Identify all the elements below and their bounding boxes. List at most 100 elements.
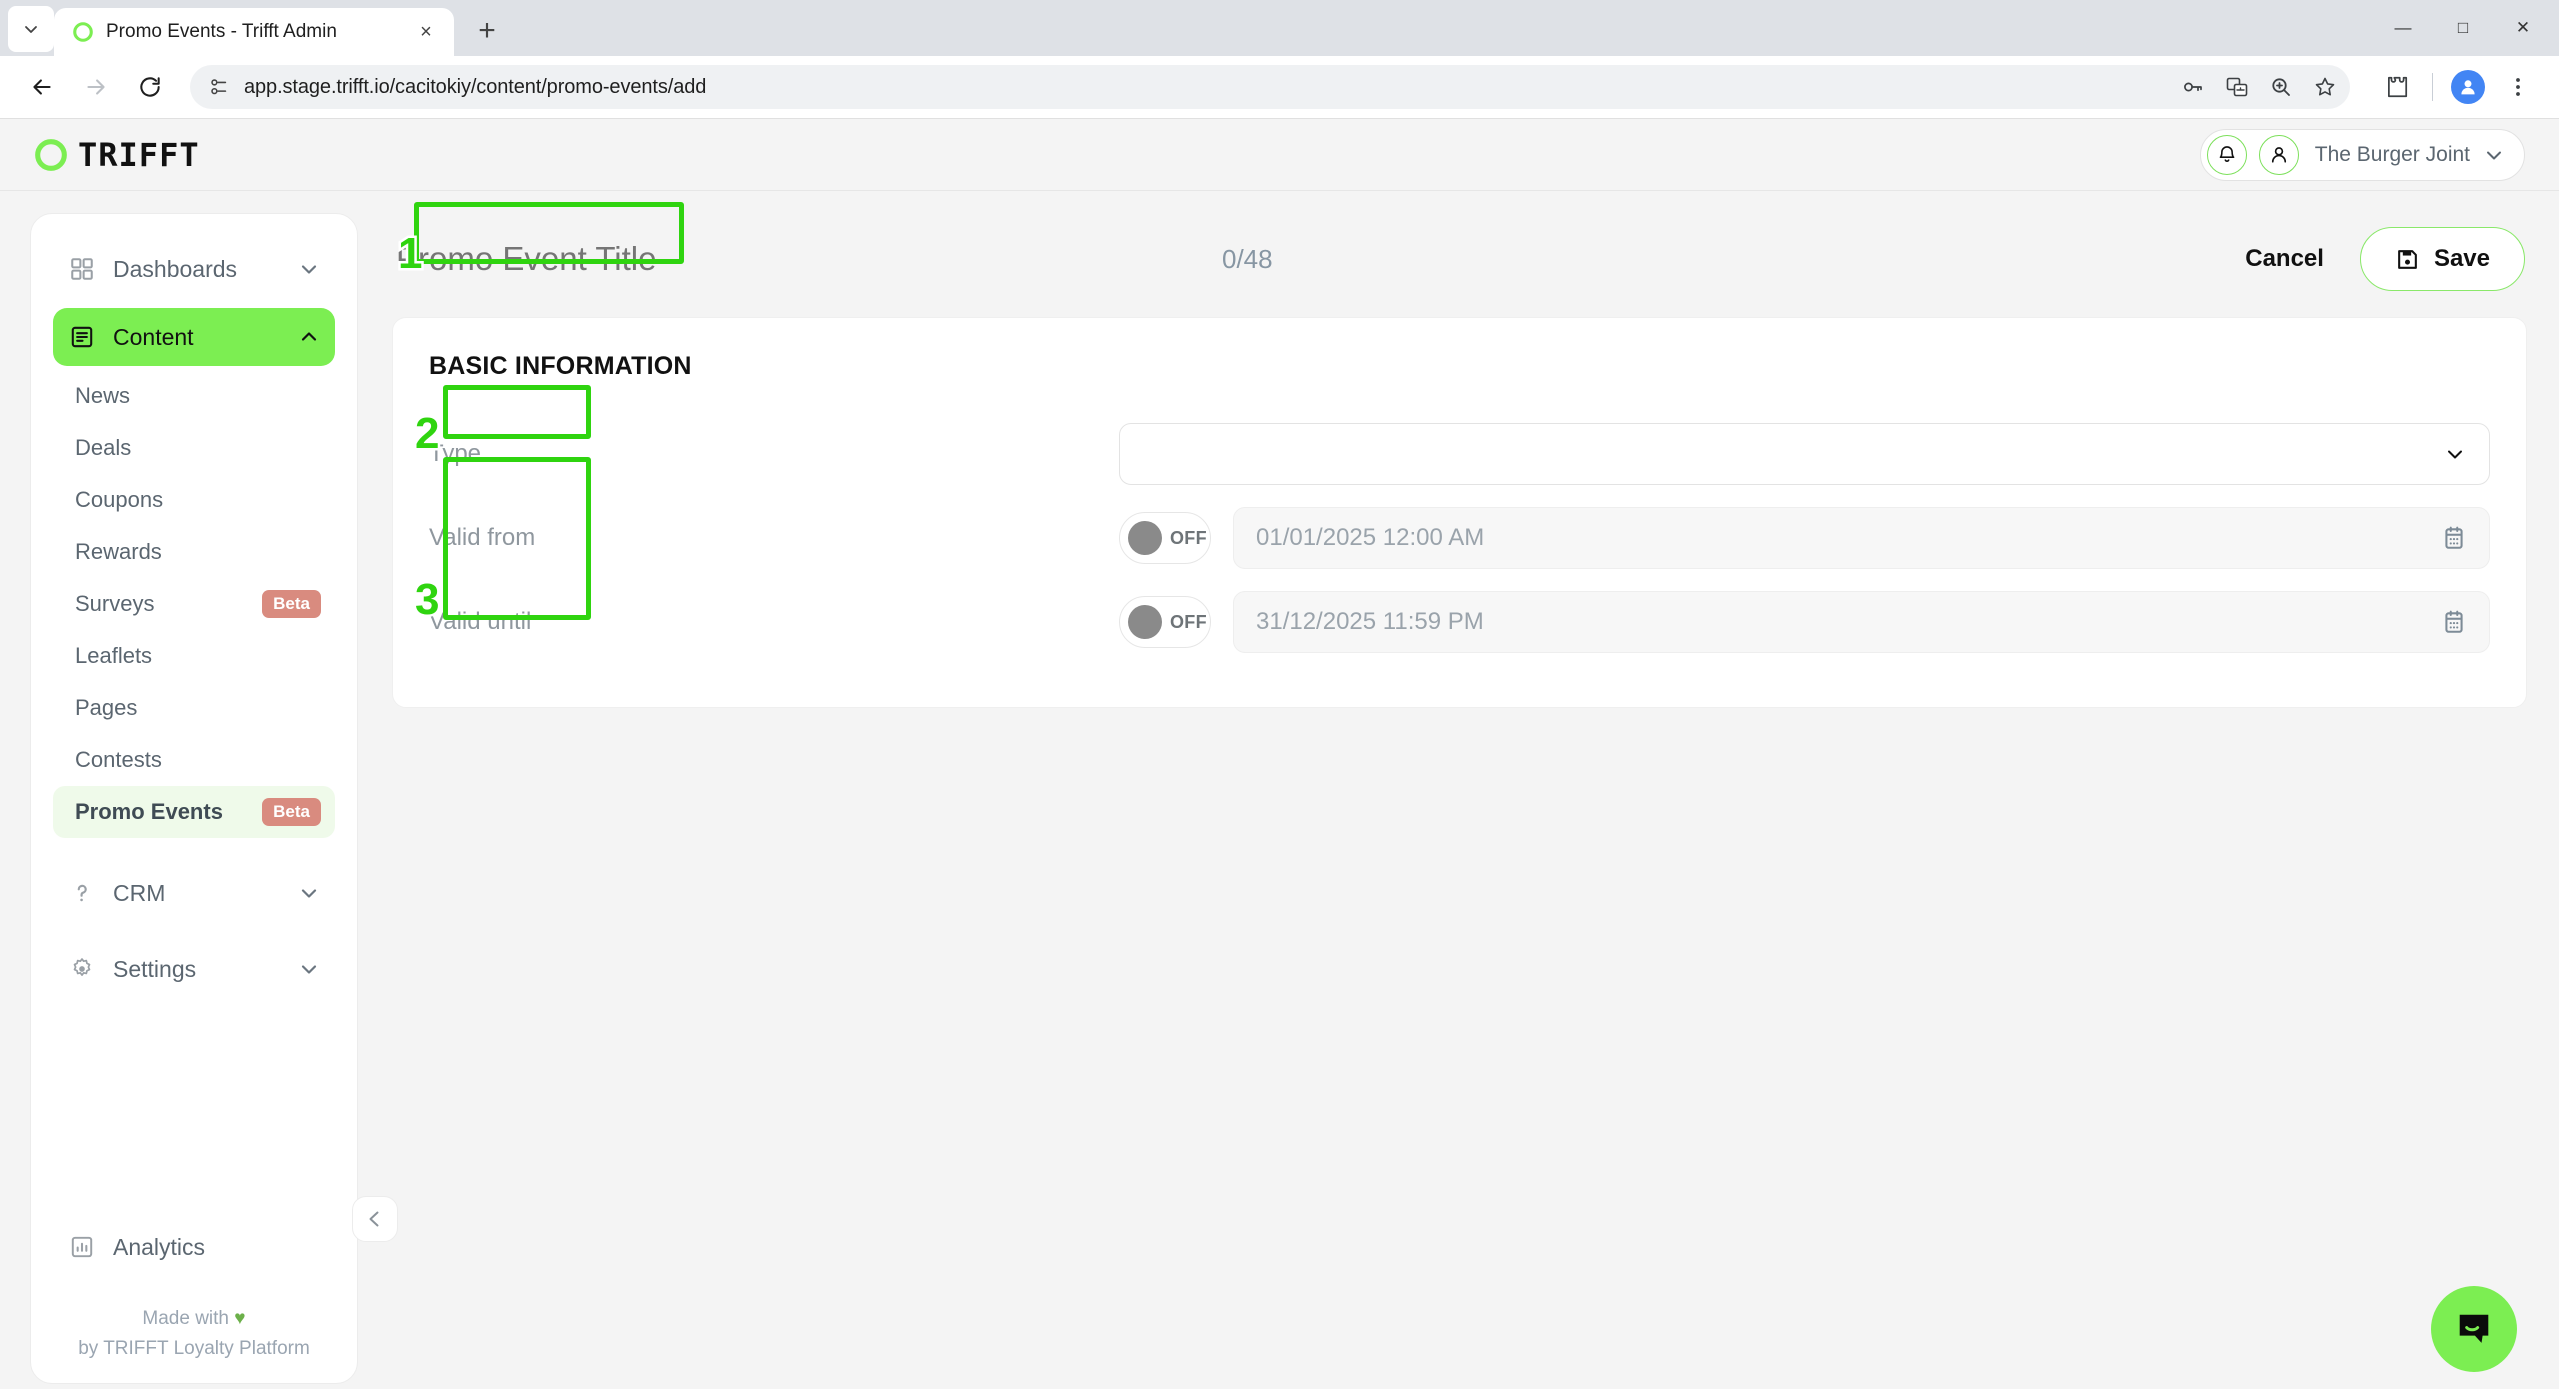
extensions-puzzle-icon[interactable] <box>2374 64 2420 110</box>
valid-from-label: Valid from <box>429 524 536 551</box>
window-close-button[interactable]: ✕ <box>2493 0 2553 56</box>
intercom-chat-button[interactable] <box>2431 1286 2517 1372</box>
sidebar-bottom: Analytics Made with ♥ by TRIFFT Loyalty … <box>53 1218 335 1363</box>
password-key-icon[interactable] <box>2172 66 2214 108</box>
toolbar-divider <box>2432 73 2433 101</box>
chrome-menu-icon[interactable] <box>2495 64 2541 110</box>
window-maximize-button[interactable]: □ <box>2433 0 2493 56</box>
valid-until-control: OFF 31/12/2025 11:59 PM <box>1119 591 2490 653</box>
bar-chart-icon <box>67 1232 97 1262</box>
profile-avatar[interactable] <box>2445 64 2491 110</box>
toggle-knob <box>1128 521 1162 555</box>
valid-until-toggle[interactable]: OFF <box>1119 596 1211 648</box>
chevron-down-icon[interactable] <box>2482 143 2506 167</box>
sidebar-item-rewards[interactable]: Rewards <box>53 526 335 578</box>
valid-until-label: Valid until <box>429 608 532 635</box>
person-icon[interactable] <box>2258 134 2299 175</box>
main-content: 0/48 Cancel Save BASIC INFORMATION <box>388 191 2559 1389</box>
subnav-label: Deals <box>75 435 132 460</box>
sidebar-item-promo-events[interactable]: Promo Events Beta <box>53 786 335 838</box>
sidebar-card: Dashboards Content News Deals Coupons Re… <box>30 213 358 1384</box>
sidebar-item-surveys[interactable]: Surveys Beta <box>53 578 335 630</box>
sidebar-item-leaflets[interactable]: Leaflets <box>53 630 335 682</box>
sidebar-item-settings[interactable]: Settings <box>53 940 335 998</box>
logo-text: TRIFFT <box>78 135 200 174</box>
site-settings-icon[interactable] <box>208 76 230 98</box>
valid-until-date-value: 31/12/2025 11:59 PM <box>1256 608 1484 635</box>
trifft-logo[interactable]: TRIFFT <box>34 136 200 174</box>
new-tab-button[interactable]: + <box>464 8 510 54</box>
save-button-label: Save <box>2433 245 2490 272</box>
type-control <box>1119 423 2490 485</box>
calendar-icon[interactable] <box>2441 609 2467 635</box>
sidebar-collapse-button[interactable] <box>352 1196 398 1242</box>
chevron-left-icon <box>369 1211 379 1227</box>
grid-icon <box>67 254 97 284</box>
chevron-down-icon[interactable] <box>297 257 321 281</box>
sidebar-item-contests[interactable]: Contests <box>53 734 335 786</box>
subnav-label: Surveys <box>75 591 155 616</box>
sidebar-item-analytics[interactable]: Analytics <box>53 1218 335 1276</box>
sidebar-item-label: Settings <box>113 955 197 982</box>
chevron-down-icon[interactable] <box>297 957 321 981</box>
sidebar-item-dashboards[interactable]: Dashboards <box>53 240 335 298</box>
back-button[interactable] <box>18 63 66 111</box>
sidebar-item-deals[interactable]: Deals <box>53 422 335 474</box>
omnibox-actions <box>2172 65 2346 109</box>
bell-icon[interactable] <box>2206 134 2247 175</box>
promo-event-title-input[interactable] <box>392 234 912 284</box>
status-badge: Beta <box>262 590 321 618</box>
type-label: Type <box>429 440 482 467</box>
tab-title: Promo Events - Trifft Admin <box>106 21 337 42</box>
account-pill[interactable]: The Burger Joint <box>2199 128 2525 181</box>
valid-from-date-value: 01/01/2025 12:00 AM <box>1256 524 1485 551</box>
valid-until-date-input[interactable]: 31/12/2025 11:59 PM <box>1233 591 2490 653</box>
subnav-label: Contests <box>75 747 162 772</box>
browser-tab[interactable]: Promo Events - Trifft Admin × <box>54 8 454 56</box>
sidebar-item-news[interactable]: News <box>53 370 335 422</box>
chevron-up-icon[interactable] <box>297 325 321 349</box>
valid-from-toggle[interactable]: OFF <box>1119 512 1211 564</box>
zoom-icon[interactable] <box>2260 66 2302 108</box>
reload-button[interactable] <box>126 63 174 111</box>
save-button[interactable]: Save <box>2359 227 2525 291</box>
basic-information-card: BASIC INFORMATION Type Valid from OFF 01… <box>392 317 2527 708</box>
chevron-down-icon[interactable] <box>297 881 321 905</box>
sidebar-item-label: CRM <box>113 879 166 906</box>
heart-icon: ♥ <box>234 1308 246 1330</box>
bookmark-star-icon[interactable] <box>2304 66 2346 108</box>
calendar-icon[interactable] <box>2441 525 2467 551</box>
tab-strip: Promo Events - Trifft Admin × + — □ ✕ <box>0 0 2559 56</box>
trifft-admin-app: TRIFFT The Burger Joint Dashboards Conte… <box>0 119 2559 1389</box>
subnav-label: Leaflets <box>75 643 153 668</box>
toolbar-right <box>2374 64 2541 110</box>
header-account-area: The Burger Joint <box>2199 128 2525 181</box>
form-row-type: Type <box>429 415 2490 493</box>
forward-button[interactable] <box>72 63 120 111</box>
section-title: BASIC INFORMATION <box>429 352 692 380</box>
address-bar[interactable]: app.stage.trifft.io/cacitokiy/content/pr… <box>190 65 2350 109</box>
type-select[interactable] <box>1119 423 2490 485</box>
sidebar-item-content[interactable]: Content <box>53 308 335 366</box>
document-list-icon <box>67 322 97 352</box>
sidebar-item-crm[interactable]: CRM <box>53 864 335 922</box>
tab-close-icon[interactable]: × <box>412 18 440 46</box>
translate-icon[interactable] <box>2216 66 2258 108</box>
window-controls: — □ ✕ <box>2373 0 2559 56</box>
sidebar-item-pages[interactable]: Pages <box>53 682 335 734</box>
tab-search-button[interactable] <box>8 6 54 52</box>
account-name: The Burger Joint <box>2314 142 2470 166</box>
chevron-down-icon[interactable] <box>2443 442 2467 466</box>
footer-text-1: Made with <box>142 1308 230 1330</box>
valid-from-date-input[interactable]: 01/01/2025 12:00 AM <box>1233 507 2490 569</box>
window-minimize-button[interactable]: — <box>2373 0 2433 56</box>
form-row-valid-until: Valid until OFF 31/12/2025 11:59 PM <box>429 583 2490 661</box>
forward-arrow-icon <box>87 79 105 95</box>
footer-text-2: by TRIFFT Loyalty Platform <box>78 1337 310 1359</box>
page-actions: Cancel Save <box>2245 227 2525 291</box>
browser-toolbar: app.stage.trifft.io/cacitokiy/content/pr… <box>0 56 2559 118</box>
sidebar-item-coupons[interactable]: Coupons <box>53 474 335 526</box>
subnav-label: Coupons <box>75 487 164 512</box>
content-subnav: News Deals Coupons Rewards Surveys Beta <box>53 370 335 838</box>
cancel-button[interactable]: Cancel <box>2245 245 2324 273</box>
